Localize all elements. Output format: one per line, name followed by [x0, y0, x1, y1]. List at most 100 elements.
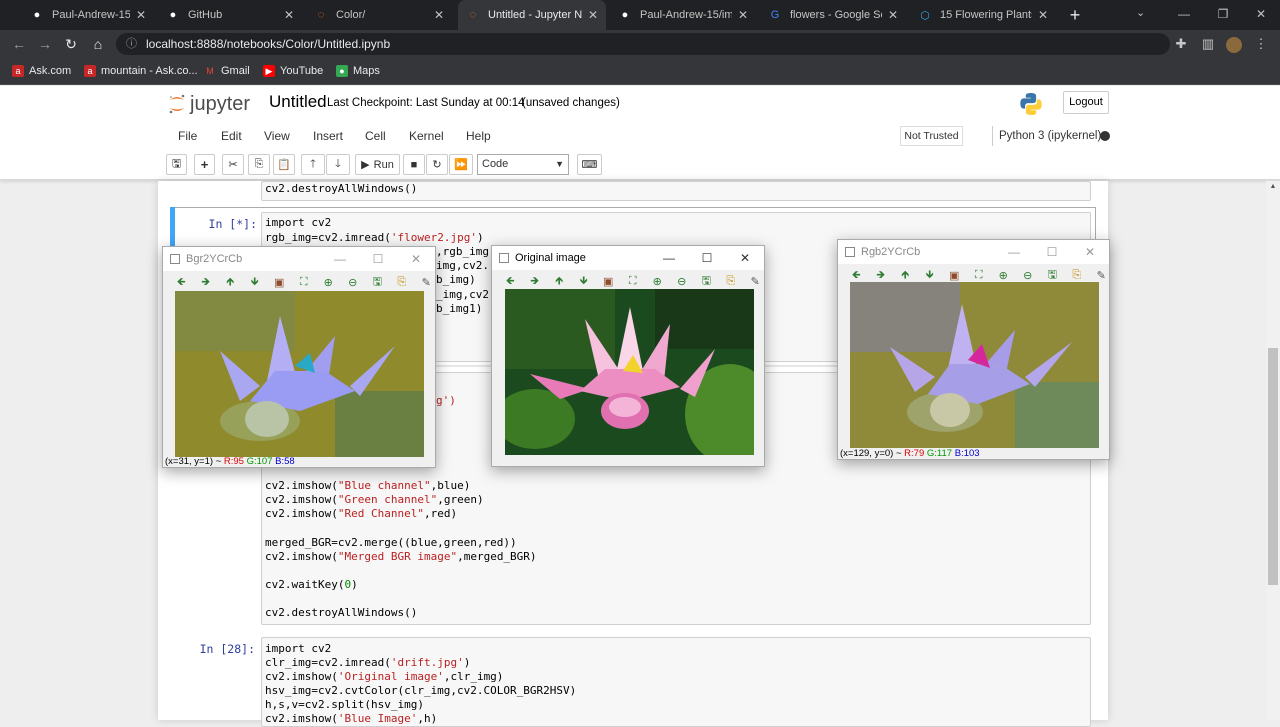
kernel-name[interactable]: Python 3 (ipykernel) [992, 126, 1101, 146]
side-panel-icon[interactable]: ▥ [1198, 34, 1218, 54]
close-tab-icon[interactable]: ✕ [738, 8, 748, 22]
browser-tab[interactable]: ● Paul-Andrew-15/Colo ✕ [22, 0, 154, 30]
maximize-button[interactable]: ☐ [359, 252, 397, 266]
scroll-up-arrow[interactable]: ▲ [1266, 181, 1280, 193]
command-palette-icon[interactable]: ⌨ [577, 154, 602, 175]
scrollbar-thumb[interactable] [1268, 348, 1278, 585]
original-image-window[interactable]: Original image — ☐ ✕ 🡸 🡺 🡹 🡻 ▣ ⛶ ⊕ ⊖ 🖫 ⎘ ✎ [491, 245, 765, 467]
bookmark-item[interactable]: M Gmail [204, 63, 249, 79]
close-tab-icon[interactable]: ✕ [136, 8, 146, 22]
interrupt-icon[interactable]: ■ [403, 154, 425, 175]
pan-up-icon[interactable]: 🡹 [547, 272, 572, 290]
window-titlebar[interactable]: Bgr2YCrCb — ☐ ✕ [163, 247, 435, 271]
menu-file[interactable]: File [178, 124, 197, 148]
zoom-in-icon[interactable]: ⊕ [645, 272, 670, 290]
properties-icon[interactable]: ✎ [414, 273, 439, 291]
close-button[interactable]: ✕ [1071, 245, 1109, 259]
pan-down-icon[interactable]: 🡻 [243, 273, 268, 291]
menu-insert[interactable]: Insert [313, 124, 343, 148]
window-titlebar[interactable]: Original image — ☐ ✕ [492, 246, 764, 270]
restore-button[interactable]: ❐ [1203, 0, 1243, 30]
code-text: rgb_img=cv2.imread( [265, 231, 391, 244]
minimize-button[interactable]: — [995, 245, 1033, 259]
minimize-button[interactable]: — [1164, 0, 1204, 30]
pan-down-icon[interactable]: 🡻 [572, 272, 597, 290]
menu-help[interactable]: Help [466, 124, 491, 148]
back-icon[interactable]: ← [8, 34, 30, 54]
minimize-button[interactable]: — [321, 252, 359, 266]
zoom-out-icon[interactable]: ⊖ [670, 272, 695, 290]
forward-icon[interactable]: → [34, 34, 56, 54]
close-tab-icon[interactable]: ✕ [1038, 8, 1048, 22]
cut-icon[interactable]: ✂ [222, 154, 244, 175]
browser-tab[interactable]: ● Paul-Andrew-15/imag ✕ [610, 0, 756, 30]
close-tab-icon[interactable]: ✕ [284, 8, 294, 22]
paste-icon[interactable]: 📋 [273, 154, 295, 175]
pan-right-icon[interactable]: 🡺 [523, 272, 548, 290]
save-icon[interactable]: 🖫 [166, 154, 187, 175]
menu-edit[interactable]: Edit [221, 124, 242, 148]
move-up-icon[interactable]: 🡑 [301, 154, 325, 175]
zoom-fit-icon[interactable]: ⛶ [292, 273, 317, 291]
bookmark-item[interactable]: ● Maps [336, 63, 380, 79]
zoom-original-icon[interactable]: ▣ [596, 272, 621, 290]
maximize-button[interactable]: ☐ [1033, 245, 1071, 259]
pan-up-icon[interactable]: 🡹 [218, 273, 243, 291]
pan-left-icon[interactable]: 🡸 [498, 272, 523, 290]
jupyter-logo[interactable]: jupyter [168, 92, 258, 116]
copy-image-icon[interactable]: ⎘ [719, 272, 744, 290]
bgr2ycrcb-window[interactable]: Bgr2YCrCb — ☐ ✕ 🡸 🡺 🡹 🡻 ▣ ⛶ ⊕ ⊖ 🖫 ⎘ ✎ (x=31, y=1) … [162, 246, 436, 468]
browser-tab[interactable]: ⬡ 15 Flowering Plants W ✕ [910, 0, 1056, 30]
rgb2ycrcb-window[interactable]: Rgb2YCrCb — ☐ ✕ 🡸 🡺 🡹 🡻 ▣ ⛶ ⊕ ⊖ 🖫 ⎘ ✎ (x=129, y=0)… [837, 239, 1110, 460]
zoom-out-icon[interactable]: ⊖ [341, 273, 366, 291]
home-icon[interactable]: ⌂ [87, 34, 109, 54]
zoom-fit-icon[interactable]: ⛶ [621, 272, 646, 290]
zoom-original-icon[interactable]: ▣ [267, 273, 292, 291]
zoom-in-icon[interactable]: ⊕ [316, 273, 341, 291]
save-image-icon[interactable]: 🖫 [365, 273, 390, 291]
insert-cell-icon[interactable]: + [194, 154, 215, 175]
restart-run-all-icon[interactable]: ⏩ [449, 154, 473, 175]
menu-cell[interactable]: Cell [365, 124, 386, 148]
restart-icon[interactable]: ↻ [426, 154, 448, 175]
site-info-icon[interactable]: ⓘ [126, 33, 137, 55]
menu-icon[interactable]: ⋮ [1251, 34, 1271, 54]
browser-tab[interactable]: ◌ Untitled - Jupyter Not ✕ [458, 0, 606, 30]
profile-avatar[interactable] [1224, 34, 1244, 54]
tab-search-icon[interactable]: ⌄ [1136, 6, 1145, 19]
address-bar[interactable]: ⓘ localhost:8888/notebooks/Color/Untitled… [116, 33, 1170, 55]
close-window-button[interactable]: ✕ [1241, 0, 1280, 30]
minimize-button[interactable]: — [650, 251, 688, 265]
maximize-button[interactable]: ☐ [688, 251, 726, 265]
save-image-icon[interactable]: 🖫 [694, 272, 719, 290]
notebook-title[interactable]: Untitled [269, 92, 327, 112]
reload-icon[interactable]: ↻ [60, 34, 82, 54]
browser-tab[interactable]: ● GitHub ✕ [158, 0, 302, 30]
extensions-icon[interactable]: ✚ [1171, 34, 1191, 54]
menu-view[interactable]: View [264, 124, 290, 148]
logout-button[interactable]: Logout [1063, 91, 1109, 114]
bookmark-item[interactable]: ▶ YouTube [263, 63, 323, 79]
green-value: G:107 [246, 456, 273, 467]
browser-tab[interactable]: Gflowers - Google Sear ✕ [760, 0, 906, 30]
copy-icon[interactable]: ⎘ [248, 154, 270, 175]
copy-image-icon[interactable]: ⎘ [390, 273, 415, 291]
move-down-icon[interactable]: 🡓 [326, 154, 350, 175]
close-button[interactable]: ✕ [726, 251, 764, 265]
window-titlebar[interactable]: Rgb2YCrCb — ☐ ✕ [838, 240, 1109, 264]
run-button[interactable]: ▶ Run [355, 154, 400, 175]
browser-tab[interactable]: ◌ Color/ ✕ [306, 0, 452, 30]
trust-indicator[interactable]: Not Trusted [900, 126, 963, 146]
menu-kernel[interactable]: Kernel [409, 124, 444, 148]
close-tab-icon[interactable]: ✕ [588, 8, 598, 22]
close-button[interactable]: ✕ [397, 252, 435, 266]
close-tab-icon[interactable]: ✕ [434, 8, 444, 22]
bookmark-item[interactable]: a Ask.com [12, 63, 71, 79]
bookmark-item[interactable]: a mountain - Ask.co... [84, 63, 198, 79]
close-tab-icon[interactable]: ✕ [888, 8, 898, 22]
properties-icon[interactable]: ✎ [743, 272, 768, 290]
cell-type-select[interactable]: Code ▼ [477, 154, 569, 175]
new-tab-button[interactable]: + [1064, 4, 1086, 26]
pan-right-icon[interactable]: 🡺 [194, 273, 219, 291]
pan-left-icon[interactable]: 🡸 [169, 273, 194, 291]
